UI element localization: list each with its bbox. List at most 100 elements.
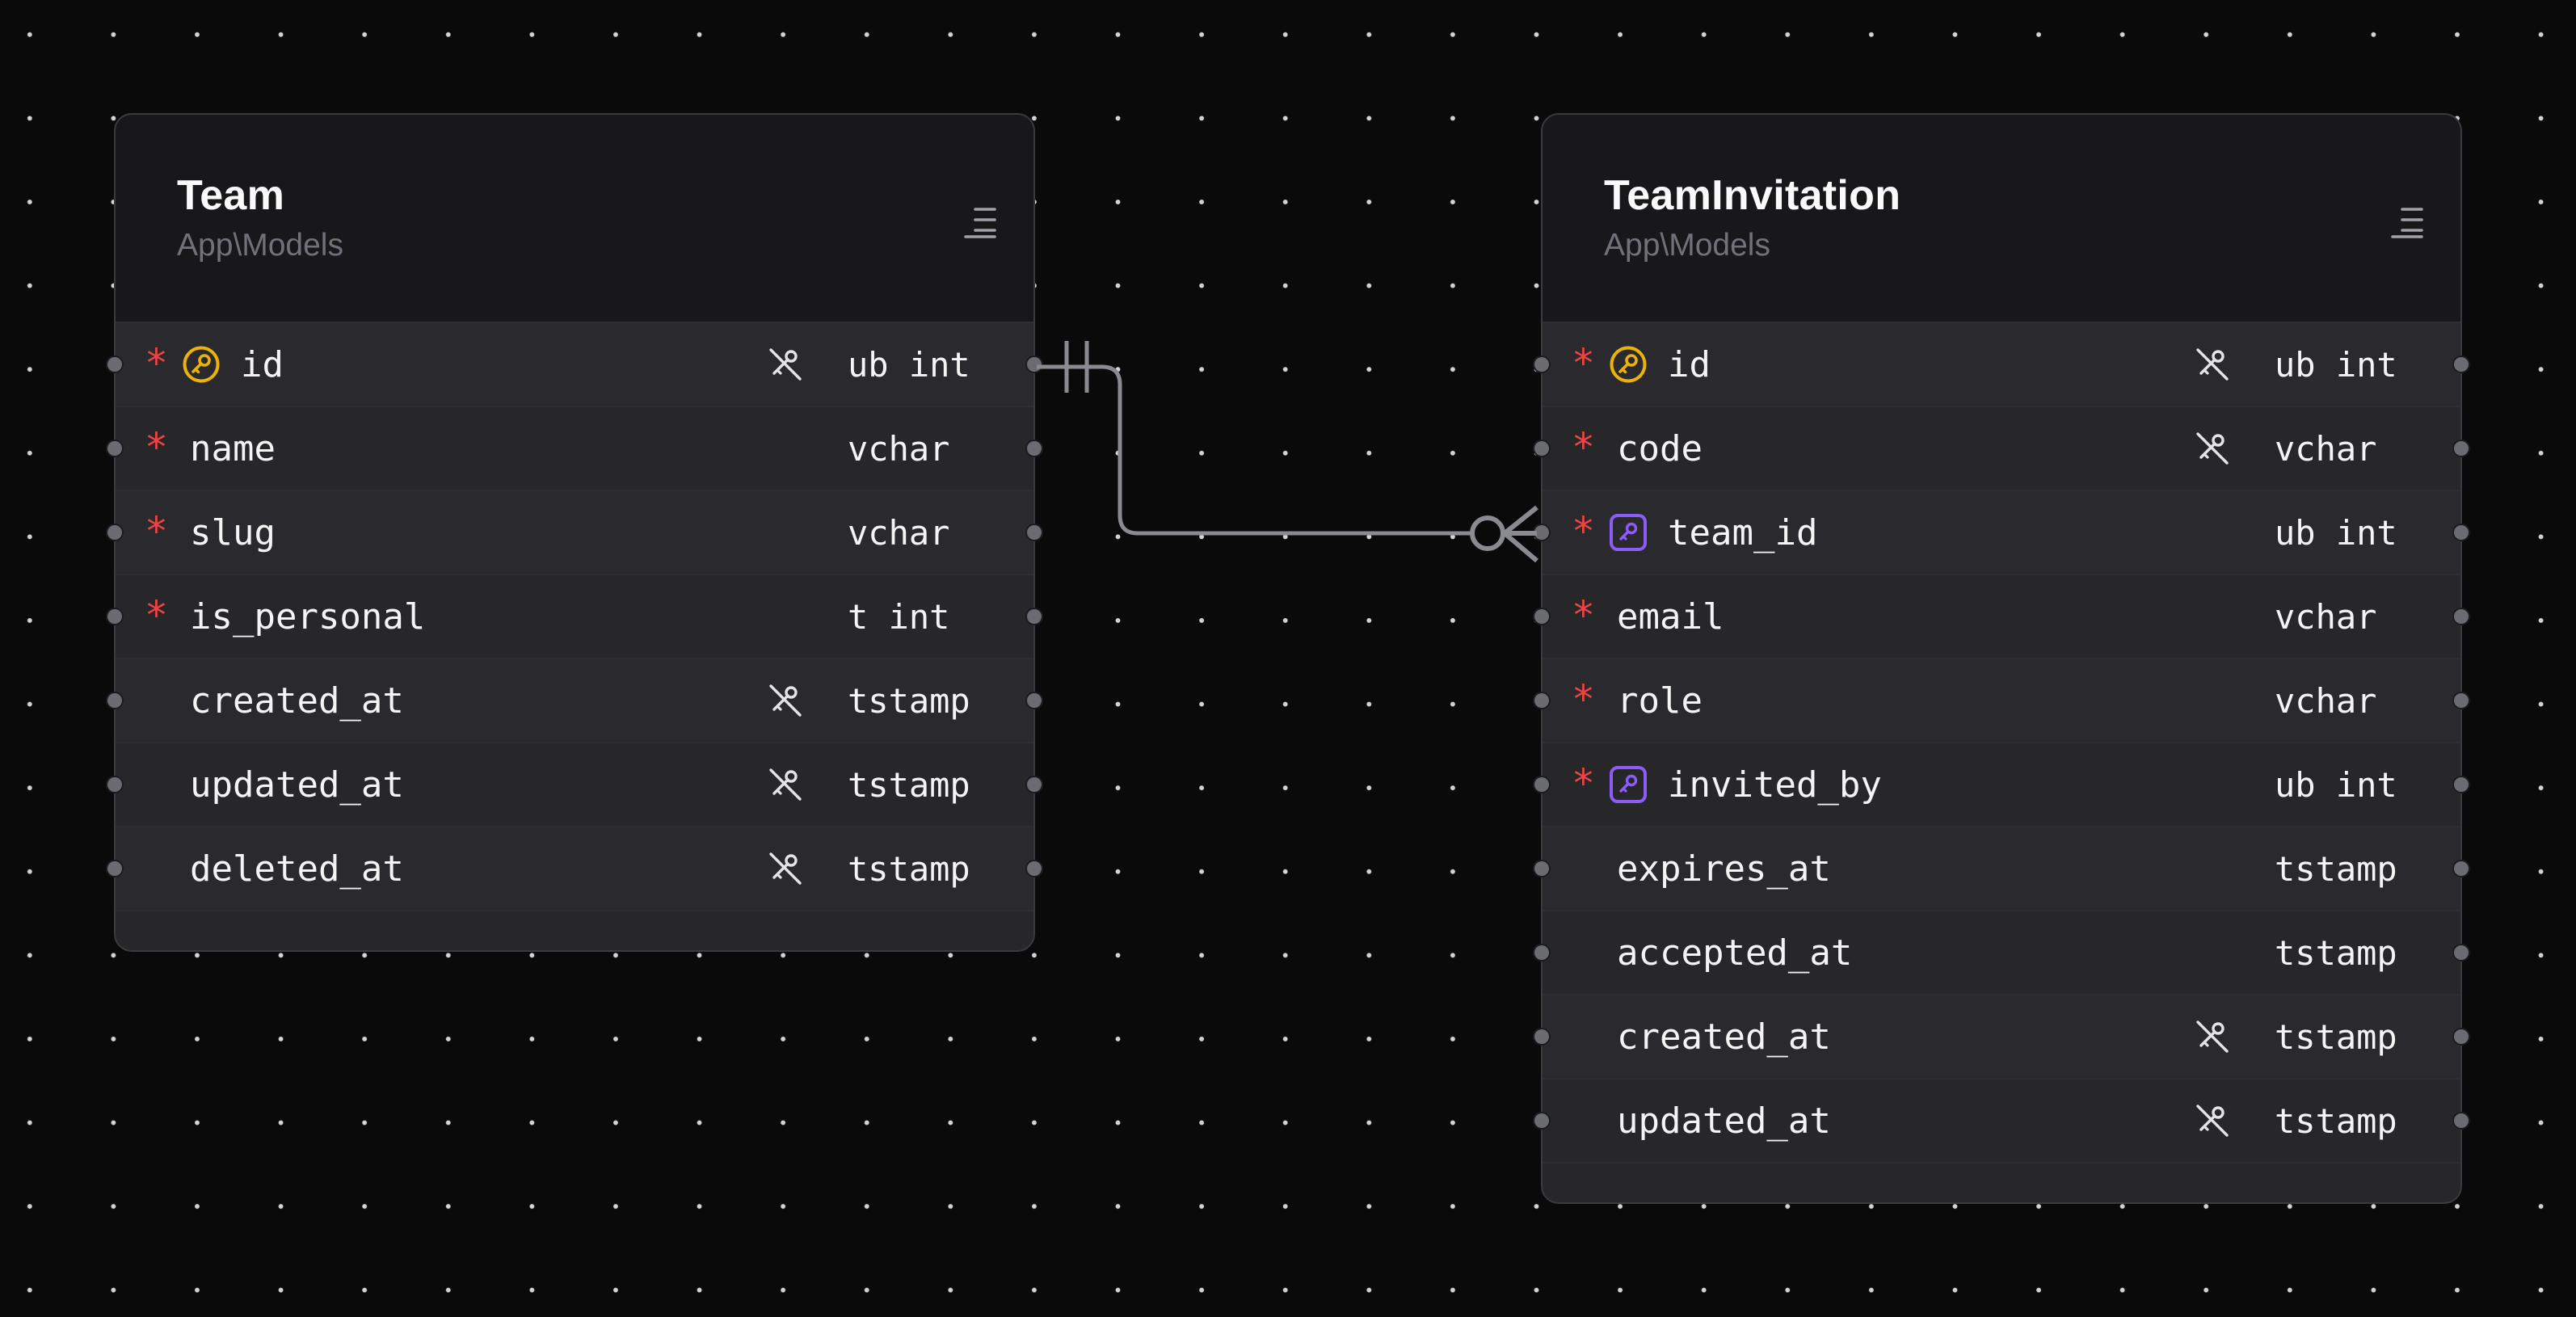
column-name: id: [241, 344, 284, 385]
column-name: deleted_at: [190, 848, 404, 890]
connection-handle-right[interactable]: [2452, 524, 2470, 541]
column-row-id[interactable]: * id ub int: [106, 323, 1043, 407]
connection-handle-right[interactable]: [2452, 692, 2470, 709]
connection-handle-left[interactable]: [1533, 1028, 1551, 1046]
primary-key-icon: [1609, 345, 1648, 384]
cardinality-many-icon: [1470, 505, 1538, 563]
column-type: vchar: [2275, 597, 2377, 637]
connection-handle-left[interactable]: [1533, 1112, 1551, 1130]
connection-handle-left[interactable]: [1533, 944, 1551, 961]
connection-handle-left[interactable]: [106, 356, 124, 373]
cardinality-one-icon: [1064, 341, 1089, 393]
no-key-icon: [767, 850, 804, 887]
menu-icon[interactable]: [2389, 205, 2425, 239]
relation-edge-team-to-teaminvitation[interactable]: [1037, 341, 1538, 563]
connection-handle-left[interactable]: [106, 608, 124, 625]
column-row-email[interactable]: * email vchar: [1533, 575, 2470, 659]
column-name: created_at: [1617, 1016, 1831, 1058]
column-row-team-id[interactable]: * team_id ub int: [1533, 491, 2470, 575]
column-name: code: [1617, 428, 1703, 469]
connection-handle-right[interactable]: [1025, 776, 1043, 793]
column-name: email: [1617, 596, 1724, 637]
column-type: tstamp: [848, 765, 970, 805]
column-row-invited-by[interactable]: * invited_by ub int: [1533, 743, 2470, 827]
column-type: vchar: [2275, 681, 2377, 721]
column-list: * id ub int * code vchar * team_id ub int * email v…: [1533, 323, 2470, 1163]
connection-handle-right[interactable]: [2452, 1028, 2470, 1046]
connection-handle-left[interactable]: [106, 440, 124, 457]
column-name: team_id: [1668, 512, 1818, 553]
connection-handle-right[interactable]: [2452, 440, 2470, 457]
column-type: ub int: [2275, 765, 2397, 805]
asterisk-icon: *: [145, 425, 168, 470]
connection-handle-left[interactable]: [106, 776, 124, 793]
connection-handle-left[interactable]: [1533, 608, 1551, 625]
diagram-canvas[interactable]: Team App\Models * id ub int * name vchar * slug…: [0, 0, 2576, 1317]
column-type: tstamp: [2275, 1017, 2397, 1057]
no-key-icon: [2194, 1018, 2231, 1055]
column-type: tstamp: [2275, 849, 2397, 889]
table-card-team[interactable]: Team App\Models * id ub int * name vchar * slug…: [106, 113, 1043, 952]
connection-handle-right[interactable]: [2452, 608, 2470, 625]
column-row-code[interactable]: * code vchar: [1533, 407, 2470, 491]
column-row-id[interactable]: * id ub int: [1533, 323, 2470, 407]
column-row-is-personal[interactable]: * is_personal t int: [106, 575, 1043, 659]
menu-icon[interactable]: [962, 205, 998, 239]
connection-handle-left[interactable]: [106, 692, 124, 709]
connection-handle-right[interactable]: [2452, 356, 2470, 373]
no-key-icon: [2194, 430, 2231, 467]
column-type: tstamp: [2275, 933, 2397, 973]
connection-handle-left[interactable]: [1533, 356, 1551, 373]
column-row-expires-at[interactable]: expires_at tstamp: [1533, 827, 2470, 911]
column-type: tstamp: [848, 849, 970, 889]
column-row-role[interactable]: * role vchar: [1533, 659, 2470, 743]
table-header[interactable]: TeamInvitation App\Models: [1543, 115, 2460, 323]
column-type: ub int: [848, 345, 970, 385]
connection-handle-right[interactable]: [1025, 692, 1043, 709]
connection-handle-right[interactable]: [1025, 524, 1043, 541]
column-type: vchar: [848, 513, 950, 553]
column-name: updated_at: [1617, 1100, 1831, 1142]
connection-handle-right[interactable]: [2452, 860, 2470, 877]
column-name: updated_at: [190, 764, 404, 806]
column-name: name: [190, 428, 276, 469]
no-key-icon: [2194, 1102, 2231, 1139]
asterisk-icon: *: [145, 341, 168, 386]
connection-handle-left[interactable]: [1533, 440, 1551, 457]
connection-handle-left[interactable]: [106, 860, 124, 877]
connection-handle-left[interactable]: [1533, 692, 1551, 709]
connection-handle-right[interactable]: [1025, 440, 1043, 457]
connection-handle-right[interactable]: [1025, 860, 1043, 877]
column-row-slug[interactable]: * slug vchar: [106, 491, 1043, 575]
column-row-updated-at[interactable]: updated_at tstamp: [1533, 1079, 2470, 1163]
column-row-accepted-at[interactable]: accepted_at tstamp: [1533, 911, 2470, 995]
column-name: accepted_at: [1617, 932, 1853, 974]
column-name: slug: [190, 512, 276, 553]
no-key-icon: [2194, 346, 2231, 383]
connection-handle-left[interactable]: [1533, 776, 1551, 793]
connection-handle-left[interactable]: [1533, 860, 1551, 877]
column-row-deleted-at[interactable]: deleted_at tstamp: [106, 827, 1043, 911]
foreign-key-icon: [1609, 513, 1648, 552]
column-type: tstamp: [848, 681, 970, 721]
column-row-created-at[interactable]: created_at tstamp: [106, 659, 1043, 743]
column-row-name[interactable]: * name vchar: [106, 407, 1043, 491]
column-name: created_at: [190, 680, 404, 722]
table-header[interactable]: Team App\Models: [116, 115, 1033, 323]
connection-handle-right[interactable]: [2452, 776, 2470, 793]
connection-handle-right[interactable]: [2452, 1112, 2470, 1130]
asterisk-icon: *: [1572, 761, 1595, 806]
connection-handle-left[interactable]: [106, 524, 124, 541]
connection-handle-right[interactable]: [1025, 608, 1043, 625]
connection-handle-left[interactable]: [1533, 524, 1551, 541]
column-type: vchar: [2275, 429, 2377, 469]
foreign-key-icon: [1609, 765, 1648, 804]
column-row-created-at[interactable]: created_at tstamp: [1533, 995, 2470, 1079]
table-title: Team: [177, 172, 285, 219]
table-card-teaminvitation[interactable]: TeamInvitation App\Models * id ub int * code…: [1533, 113, 2470, 1204]
asterisk-icon: *: [1572, 677, 1595, 722]
column-name: role: [1617, 680, 1703, 722]
connection-handle-right[interactable]: [1025, 356, 1043, 373]
column-row-updated-at[interactable]: updated_at tstamp: [106, 743, 1043, 827]
connection-handle-right[interactable]: [2452, 944, 2470, 961]
